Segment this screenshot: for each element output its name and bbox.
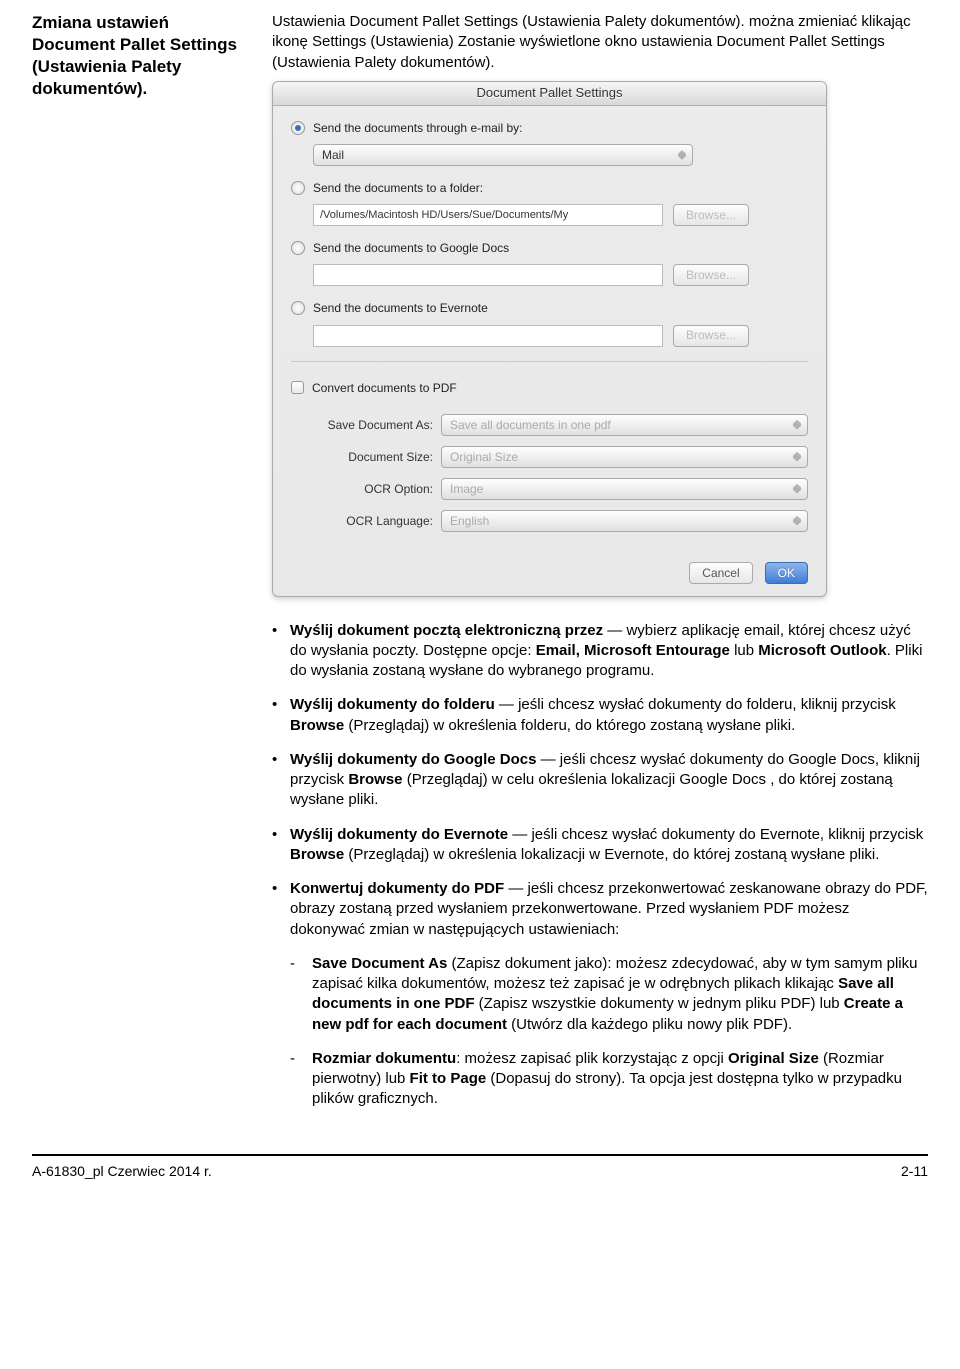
section-heading: Zmiana ustawień Document Pallet Settings… [32,12,252,100]
sub-bullet-item: - Save Document As (Zapisz dokument jako… [290,954,928,1035]
label-doc-size: Document Size: [291,449,441,465]
bullet-item: • Wyślij dokumenty do Evernote — jeśli c… [272,825,928,866]
sub-bullet-item: - Rozmiar dokumentu: możesz zapisać plik… [290,1049,928,1110]
radio-send-evernote[interactable] [291,301,305,315]
footer-right: 2-11 [901,1162,928,1181]
browse-evernote-button[interactable]: Browse... [673,325,749,347]
browse-google-button[interactable]: Browse... [673,264,749,286]
label-send-email: Send the documents through e-mail by: [313,120,522,136]
select-save-doc-as[interactable]: Save all documents in one pdf [441,414,808,436]
footer-left: A-61830_pl Czerwiec 2014 r. [32,1162,212,1181]
input-google-path[interactable] [313,264,663,286]
ok-button[interactable]: OK [765,562,808,584]
select-mail-app[interactable]: Mail [313,144,693,166]
radio-send-folder[interactable] [291,181,305,195]
label-send-folder: Send the documents to a folder: [313,180,483,196]
browse-folder-button[interactable]: Browse... [673,204,749,226]
radio-send-email[interactable] [291,121,305,135]
radio-send-google[interactable] [291,241,305,255]
intro-paragraph: Ustawienia Document Pallet Settings (Ust… [272,12,928,73]
label-convert-pdf: Convert documents to PDF [312,380,457,396]
bullet-item: • Wyślij dokument pocztą elektroniczną p… [272,621,928,682]
label-ocr-lang: OCR Language: [291,513,441,529]
page-footer: A-61830_pl Czerwiec 2014 r. 2-11 [32,1154,928,1181]
label-send-evernote: Send the documents to Evernote [313,300,488,316]
bullet-item: • Wyślij dokumenty do folderu — jeśli ch… [272,695,928,736]
select-ocr-lang[interactable]: English [441,510,808,532]
settings-dialog: Document Pallet Settings Send the docume… [272,81,827,597]
checkbox-convert-pdf[interactable] [291,381,304,394]
label-save-doc-as: Save Document As: [291,417,441,433]
cancel-button[interactable]: Cancel [689,562,752,584]
input-evernote-path[interactable] [313,325,663,347]
bullet-item: • Wyślij dokumenty do Google Docs — jeśl… [272,750,928,811]
label-send-google: Send the documents to Google Docs [313,240,509,256]
dialog-titlebar: Document Pallet Settings [273,82,826,106]
label-ocr-option: OCR Option: [291,481,441,497]
select-ocr-option[interactable]: Image [441,478,808,500]
select-doc-size[interactable]: Original Size [441,446,808,468]
input-folder-path[interactable]: /Volumes/Macintosh HD/Users/Sue/Document… [313,204,663,226]
bullet-item: • Konwertuj dokumenty do PDF — jeśli chc… [272,879,928,940]
